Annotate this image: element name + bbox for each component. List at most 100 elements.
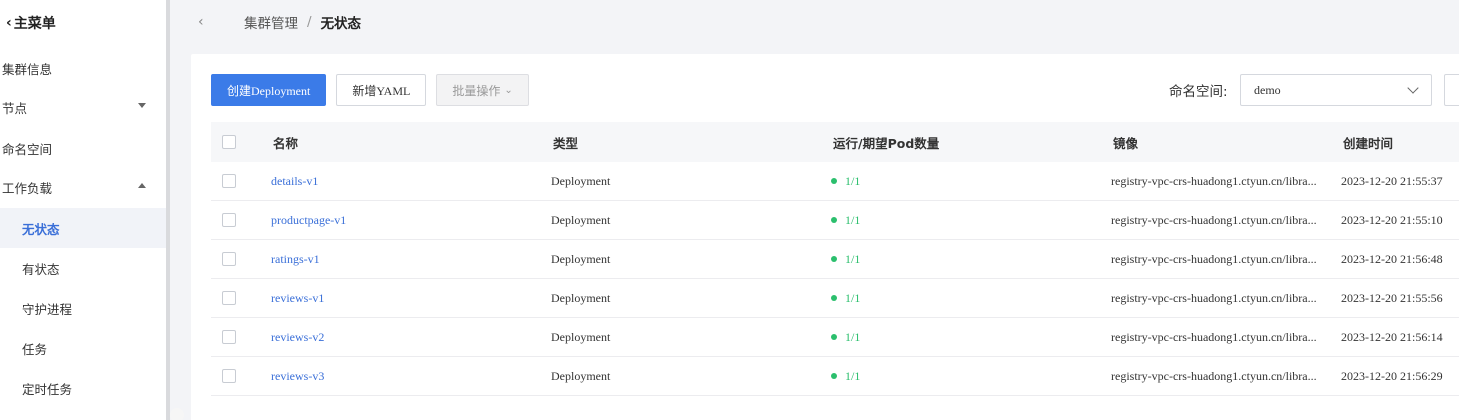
column-header-created[interactable]: 创建时间 xyxy=(1343,133,1393,152)
deployment-created: 2023-12-20 21:56:14 xyxy=(1341,329,1443,344)
deployment-type: Deployment xyxy=(551,212,611,227)
row-checkbox[interactable] xyxy=(222,330,236,344)
chevron-left-icon: ‹ xyxy=(6,15,12,31)
create-deployment-button[interactable]: 创建Deployment xyxy=(211,74,327,106)
breadcrumb-separator: / xyxy=(307,14,312,30)
table-row: reviews-v2 Deployment 1/1 registry-vpc-c… xyxy=(211,318,1459,357)
row-checkbox[interactable] xyxy=(222,291,236,305)
row-checkbox[interactable] xyxy=(222,252,236,266)
deployment-name-link[interactable]: reviews-v1 xyxy=(271,291,324,306)
sidebar-collapse-handle[interactable] xyxy=(170,408,184,420)
column-header-type[interactable]: 类型 xyxy=(553,133,578,152)
main-menu-back[interactable]: ‹ 主菜单 xyxy=(6,12,56,34)
sidebar-item-label: 无状态 xyxy=(22,221,60,237)
select-all-checkbox[interactable] xyxy=(222,135,236,149)
deployment-type: Deployment xyxy=(551,290,611,305)
sidebar-item-label: 守护进程 xyxy=(22,301,73,317)
sidebar-item-stateful[interactable]: 有状态 xyxy=(0,248,166,288)
search-input[interactable] xyxy=(1444,74,1459,106)
pod-count-value: 1/1 xyxy=(845,329,861,344)
deployment-created: 2023-12-20 21:56:29 xyxy=(1341,368,1443,383)
pod-count-value: 1/1 xyxy=(845,212,861,227)
sidebar-item-stateless[interactable]: 无状态 xyxy=(0,208,166,248)
breadcrumb-parent[interactable]: 集群管理 xyxy=(244,12,298,32)
sidebar-item-label: 定时任务 xyxy=(22,381,73,397)
chevron-down-icon xyxy=(1407,82,1419,94)
sidebar-item-label: 命名空间 xyxy=(2,141,53,157)
app-root: ‹ 主菜单 集群信息 节点 命名空间 工作负载 无状态 有状态 守护进程 任务 xyxy=(0,0,1459,420)
sidebar-item-nodes[interactable]: 节点 xyxy=(0,87,166,127)
pod-count: 1/1 xyxy=(831,330,860,345)
sidebar-item-label: 有状态 xyxy=(22,261,60,277)
deployment-name-link[interactable]: details-v1 xyxy=(271,174,318,189)
deployment-image: registry-vpc-crs-huadong1.ctyun.cn/libra… xyxy=(1111,290,1317,305)
column-header-image[interactable]: 镜像 xyxy=(1113,133,1325,152)
deployment-type: Deployment xyxy=(551,368,611,383)
deployment-name-link[interactable]: productpage-v1 xyxy=(271,213,346,228)
table-row: reviews-v1 Deployment 1/1 registry-vpc-c… xyxy=(211,279,1459,318)
sidebar-item-cluster-info[interactable]: 集群信息 xyxy=(0,48,166,88)
deployment-created: 2023-12-20 21:55:56 xyxy=(1341,290,1443,305)
deployment-name-link[interactable]: reviews-v3 xyxy=(271,369,324,384)
pod-count: 1/1 xyxy=(831,252,860,267)
deployment-created: 2023-12-20 21:56:48 xyxy=(1341,251,1443,266)
deployment-name-link[interactable]: ratings-v1 xyxy=(271,252,320,267)
deployment-name-link[interactable]: reviews-v2 xyxy=(271,330,324,345)
pod-count: 1/1 xyxy=(831,291,860,306)
status-dot-icon xyxy=(831,178,837,184)
toolbar: 创建Deployment 新增YAML 批量操作 ⌄ xyxy=(211,74,529,106)
deployment-image: registry-vpc-crs-huadong1.ctyun.cn/libra… xyxy=(1111,251,1317,266)
sidebar-item-workloads[interactable]: 工作负载 xyxy=(0,167,166,207)
status-dot-icon xyxy=(831,295,837,301)
sidebar-item-namespaces[interactable]: 命名空间 xyxy=(0,128,166,168)
sidebar-title: 主菜单 xyxy=(13,16,56,32)
back-arrow-icon[interactable]: ‹ xyxy=(198,14,220,30)
pod-count-value: 1/1 xyxy=(845,251,861,266)
namespace-value: demo xyxy=(1254,82,1281,97)
namespace-select[interactable]: demo xyxy=(1240,74,1432,106)
row-checkbox[interactable] xyxy=(222,369,236,383)
batch-actions-button[interactable]: 批量操作 ⌄ xyxy=(436,74,529,106)
sidebar-item-daemonset[interactable]: 守护进程 xyxy=(0,288,166,328)
table-row: reviews-v3 Deployment 1/1 registry-vpc-c… xyxy=(211,357,1459,396)
row-checkbox[interactable] xyxy=(222,174,236,188)
deployment-image: registry-vpc-crs-huadong1.ctyun.cn/libra… xyxy=(1111,368,1317,383)
sidebar-item-label: 节点 xyxy=(2,100,28,116)
table-row: details-v1 Deployment 1/1 registry-vpc-c… xyxy=(211,162,1459,201)
breadcrumb-current: 无状态 xyxy=(320,16,362,32)
pod-count-value: 1/1 xyxy=(845,173,861,188)
column-header-name[interactable]: 名称 xyxy=(273,133,298,152)
deployment-type: Deployment xyxy=(551,329,611,344)
chevron-down-icon: ⌄ xyxy=(504,84,513,96)
namespace-label: 命名空间: xyxy=(1169,84,1228,100)
table-row: productpage-v1 Deployment 1/1 registry-v… xyxy=(211,201,1459,240)
status-dot-icon xyxy=(831,256,837,262)
deployment-created: 2023-12-20 21:55:37 xyxy=(1341,173,1443,188)
content-panel: 创建Deployment 新增YAML 批量操作 ⌄ 命名空间: demo 名称… xyxy=(191,54,1459,420)
pod-count: 1/1 xyxy=(831,369,860,384)
sidebar-item-label: 集群信息 xyxy=(2,61,53,77)
sidebar-item-label: 任务 xyxy=(22,341,48,357)
deployment-type: Deployment xyxy=(551,173,611,188)
deployment-image: registry-vpc-crs-huadong1.ctyun.cn/libra… xyxy=(1111,329,1317,344)
batch-actions-label: 批量操作 xyxy=(452,83,501,98)
add-yaml-button[interactable]: 新增YAML xyxy=(336,74,427,106)
caret-up-icon xyxy=(138,183,146,188)
table-header: 名称 类型 运行/期望Pod数量 镜像 创建时间 xyxy=(211,122,1459,162)
sidebar-item-jobs[interactable]: 任务 xyxy=(0,328,166,368)
deployment-image: registry-vpc-crs-huadong1.ctyun.cn/libra… xyxy=(1111,173,1317,188)
pod-count: 1/1 xyxy=(831,213,860,228)
sidebar: ‹ 主菜单 集群信息 节点 命名空间 工作负载 无状态 有状态 守护进程 任务 xyxy=(0,0,170,420)
column-header-pods[interactable]: 运行/期望Pod数量 xyxy=(833,133,939,152)
pod-count-value: 1/1 xyxy=(845,290,861,305)
deployment-image: registry-vpc-crs-huadong1.ctyun.cn/libra… xyxy=(1111,212,1317,227)
caret-down-icon xyxy=(138,103,146,108)
row-checkbox[interactable] xyxy=(222,213,236,227)
sidebar-item-label: 工作负载 xyxy=(2,180,53,196)
deployment-type: Deployment xyxy=(551,251,611,266)
deployment-created: 2023-12-20 21:55:10 xyxy=(1341,212,1443,227)
breadcrumb: ‹ 集群管理 / 无状态 xyxy=(174,0,1459,44)
sidebar-item-cronjobs[interactable]: 定时任务 xyxy=(0,368,166,408)
status-dot-icon xyxy=(831,217,837,223)
deployments-table: 名称 类型 运行/期望Pod数量 镜像 创建时间 details-v1 Depl… xyxy=(211,122,1459,396)
